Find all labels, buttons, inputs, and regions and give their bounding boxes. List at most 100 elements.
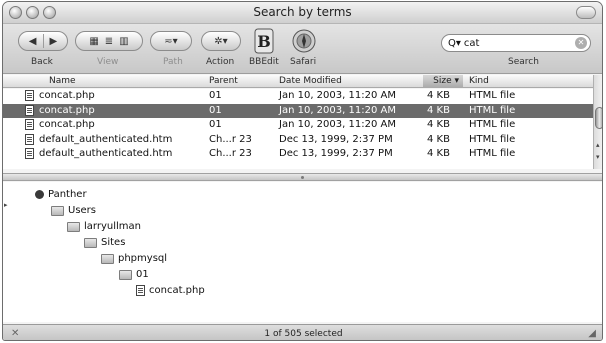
selection-status: 1 of 505 selected	[264, 329, 343, 339]
magnifier-icon: Q▾	[448, 37, 461, 49]
row-name: default_authenticated.htm	[39, 148, 173, 159]
html-file-icon	[25, 133, 34, 145]
folder-icon	[67, 221, 80, 232]
html-file-icon	[25, 148, 34, 159]
column-headers: Name Parent Date Modified Size ▾ Kind	[3, 75, 593, 88]
column-header-size[interactable]: Size ▾	[423, 75, 463, 88]
row-size: 4 KB	[427, 133, 450, 145]
table-row[interactable]: default_authenticated.htm Ch...r 23 Dec …	[3, 147, 593, 162]
finder-window: Search by terms ◀ ▶ ▦ ≣ ▥ ≂▾ ✲▾ B Q▾ cat…	[2, 1, 603, 341]
action-menu-button[interactable]: ✲▾	[201, 31, 241, 51]
row-date: Dec 13, 1999, 2:37 PM	[279, 133, 393, 145]
column-header-date[interactable]: Date Modified	[279, 76, 342, 86]
row-parent: Ch...r 23	[209, 148, 252, 159]
splitter-grip-icon	[301, 176, 304, 179]
row-date: Jan 10, 2003, 11:20 AM	[279, 90, 396, 101]
column-header-kind[interactable]: Kind	[469, 76, 489, 86]
hard-disk-icon	[35, 190, 44, 199]
path-item-home[interactable]: larryullman	[67, 221, 141, 232]
search-label: Search	[508, 57, 539, 67]
table-row[interactable]: concat.php 01 Jan 10, 2003, 11:20 AM 4 K…	[3, 89, 593, 104]
row-kind: HTML file	[469, 133, 516, 145]
path-item-phpmysql[interactable]: phpmysql	[101, 253, 167, 264]
table-row-selected[interactable]: concat.php 01 Jan 10, 2003, 11:20 AM 4 K…	[3, 103, 593, 118]
row-size: 4 KB	[427, 119, 450, 130]
path-item-label: Panther	[48, 189, 87, 200]
title-bar: Search by terms	[3, 2, 602, 24]
row-kind: HTML file	[469, 104, 516, 116]
column-header-name[interactable]: Name	[49, 76, 76, 86]
row-date: Jan 10, 2003, 11:20 AM	[279, 119, 396, 130]
path-item-sites[interactable]: Sites	[84, 237, 125, 248]
forward-arrow-icon[interactable]: ▶	[50, 36, 58, 47]
status-bar: ✕ 1 of 505 selected ◢	[3, 324, 602, 340]
view-mode-control[interactable]: ▦ ≣ ▥	[75, 31, 143, 51]
icon-view-icon[interactable]: ▦	[89, 36, 98, 47]
pane-splitter[interactable]	[3, 173, 602, 181]
column-header-parent[interactable]: Parent	[209, 76, 238, 86]
path-item-label: Sites	[101, 237, 126, 248]
bbedit-label: BBEdit	[249, 57, 279, 67]
window-title: Search by terms	[253, 5, 352, 19]
bbedit-app-icon[interactable]: B	[249, 27, 279, 55]
scrollbar-thumb[interactable]	[595, 107, 602, 129]
row-parent: 01	[209, 90, 222, 101]
row-size: 4 KB	[427, 148, 450, 159]
row-name: concat.php	[39, 104, 95, 116]
row-size: 4 KB	[427, 104, 450, 116]
path-item-label: 01	[136, 269, 149, 280]
row-name: concat.php	[39, 90, 95, 101]
column-view-icon[interactable]: ▥	[119, 36, 128, 47]
path-item-label: concat.php	[149, 285, 205, 296]
table-row[interactable]: concat.php 01 Jan 10, 2003, 11:20 AM 4 K…	[3, 118, 593, 133]
scroll-up-arrow-icon[interactable]: ▴	[596, 141, 600, 149]
action-label: Action	[206, 57, 235, 67]
back-label: Back	[31, 57, 53, 67]
row-name: concat.php	[39, 119, 95, 130]
row-name: default_authenticated.htm	[39, 133, 173, 145]
html-file-icon	[25, 104, 34, 116]
gear-icon: ✲▾	[214, 35, 228, 47]
toolbar: ◀ ▶ ▦ ≣ ▥ ≂▾ ✲▾ B Q▾ cat ✕ Back View Pat…	[3, 24, 602, 74]
path-item-label: Users	[68, 205, 97, 216]
path-menu-button[interactable]: ≂▾	[150, 31, 192, 51]
back-forward-control[interactable]: ◀ ▶	[18, 31, 68, 51]
path-item-01[interactable]: 01	[119, 269, 149, 280]
safari-label: Safari	[290, 57, 317, 67]
row-kind: HTML file	[469, 119, 516, 130]
clear-search-icon[interactable]: ✕	[575, 37, 587, 49]
pane-edge-marker-icon: ▸	[4, 201, 8, 209]
path-pane: Panther Users larryullman Sites phpmysql…	[3, 182, 602, 322]
toolbar-toggle-button[interactable]	[576, 6, 596, 19]
safari-compass-icon[interactable]	[289, 27, 319, 55]
search-field[interactable]: Q▾ cat ✕	[441, 34, 591, 52]
html-file-icon	[25, 90, 34, 101]
table-row[interactable]: default_authenticated.htm Ch...r 23 Dec …	[3, 133, 593, 148]
path-item-label: larryullman	[84, 221, 141, 232]
resize-grip-icon[interactable]: ◢	[588, 328, 596, 339]
row-parent: 01	[209, 119, 222, 130]
scroll-down-arrow-icon[interactable]: ▾	[596, 153, 600, 161]
path-menu-icon: ≂▾	[164, 35, 178, 47]
svg-text:B: B	[257, 32, 271, 51]
path-item-volume[interactable]: Panther	[35, 189, 87, 200]
row-kind: HTML file	[469, 90, 516, 101]
size-header-label: Size	[433, 76, 452, 86]
results-scrollbar[interactable]: ▴ ▾	[593, 75, 602, 169]
search-input[interactable]: cat	[464, 38, 480, 49]
folder-icon	[101, 253, 114, 264]
row-parent: Ch...r 23	[209, 133, 252, 145]
list-view-icon[interactable]: ≣	[105, 36, 113, 47]
row-parent: 01	[209, 104, 222, 116]
back-arrow-icon[interactable]: ◀	[29, 36, 37, 47]
row-kind: HTML file	[469, 148, 516, 159]
path-item-label: phpmysql	[118, 253, 168, 264]
html-file-icon	[136, 285, 145, 296]
folder-icon	[84, 237, 97, 248]
path-item-users[interactable]: Users	[51, 205, 96, 216]
path-label: Path	[163, 57, 183, 67]
folder-icon	[119, 269, 132, 280]
html-file-icon	[25, 119, 34, 130]
path-item-file[interactable]: concat.php	[136, 285, 205, 296]
view-label: View	[97, 57, 119, 67]
